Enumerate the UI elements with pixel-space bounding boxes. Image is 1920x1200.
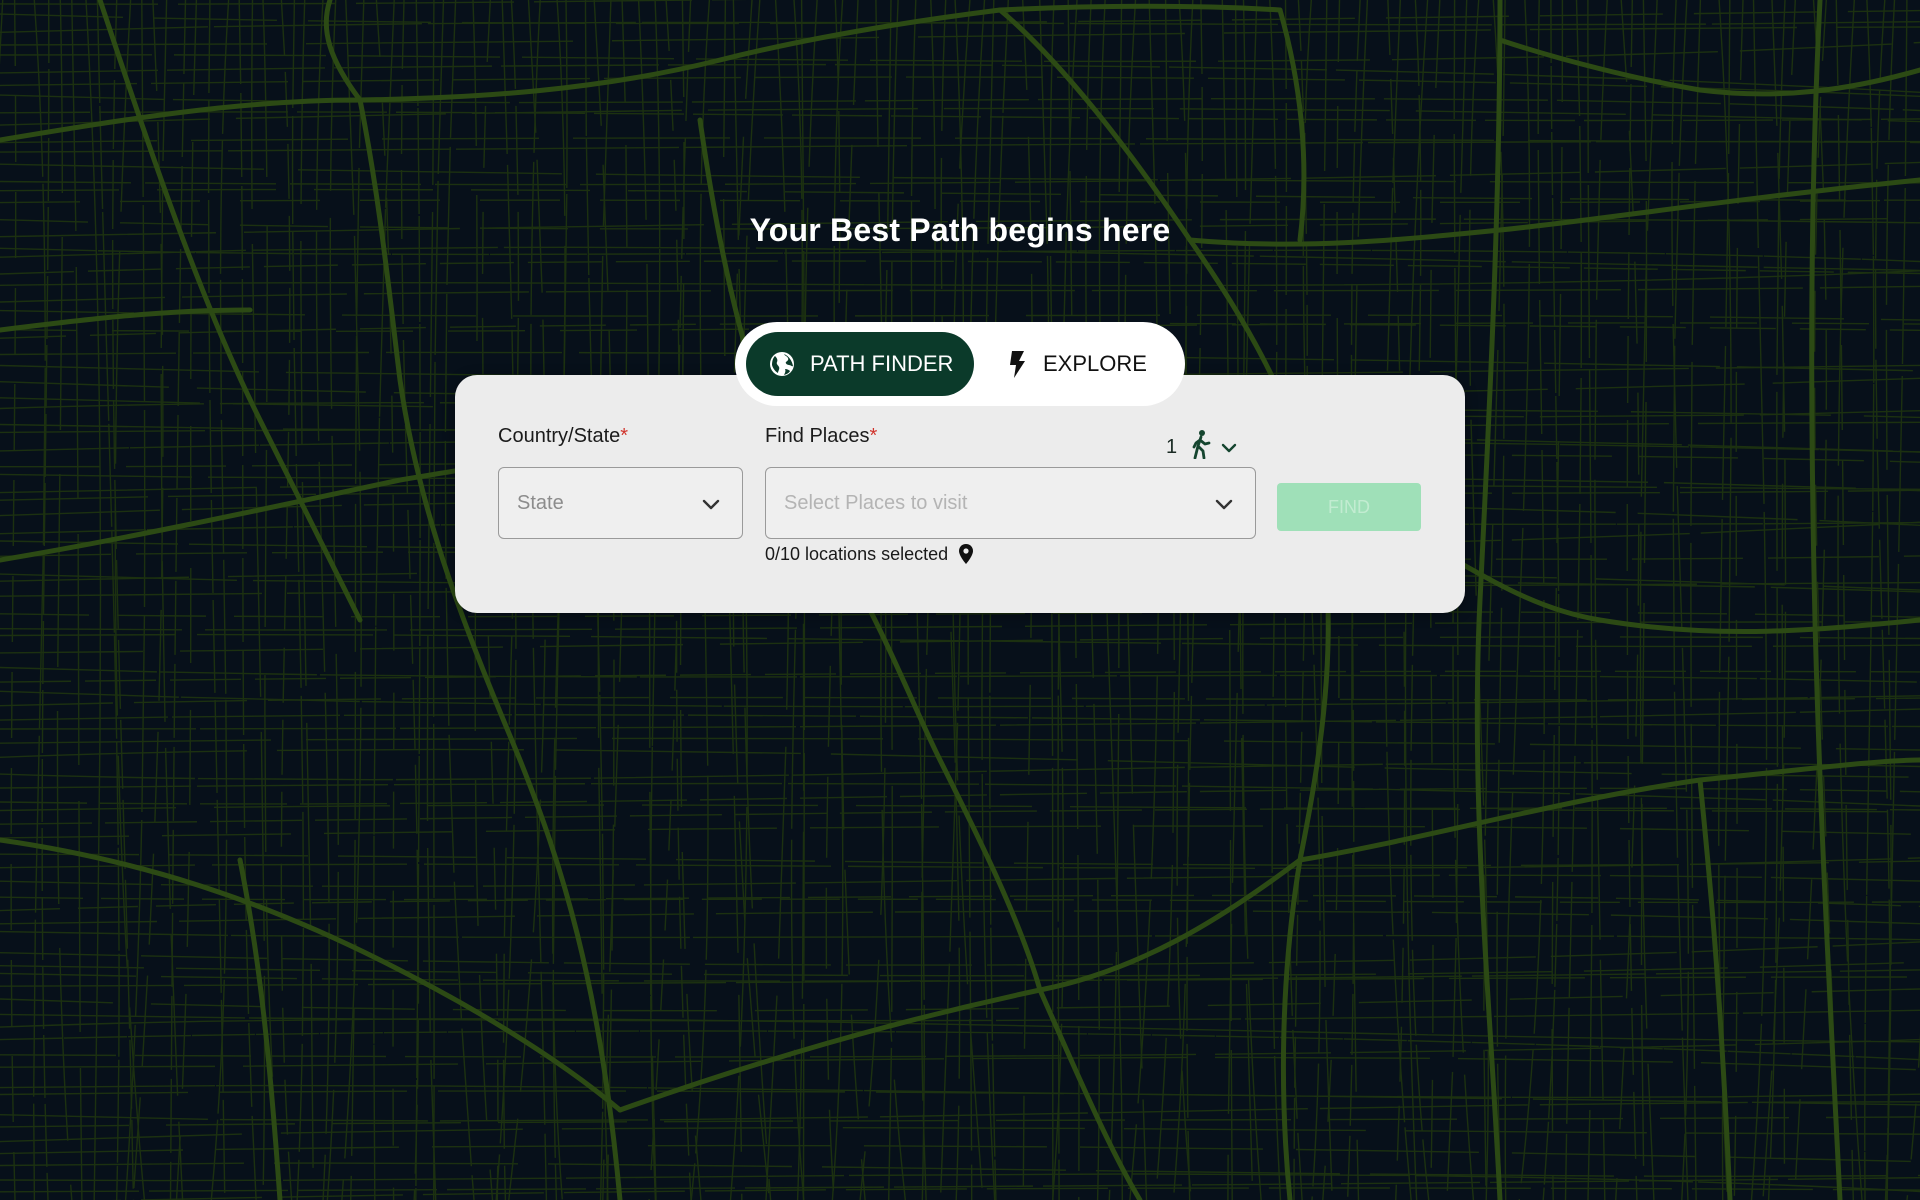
tab-explore[interactable]: EXPLORE — [995, 332, 1175, 396]
globe-icon — [768, 350, 796, 378]
traveler-count-dropdown[interactable]: 1 — [1166, 429, 1237, 465]
required-asterisk: * — [869, 425, 878, 447]
path-finder-form-card: Country/State* State Find Places* Select… — [455, 375, 1465, 613]
chevron-down-icon — [1215, 494, 1233, 517]
chevron-down-icon — [1221, 436, 1237, 459]
tab-explore-label: EXPLORE — [1043, 351, 1147, 376]
state-select-placeholder: State — [517, 491, 564, 514]
places-select[interactable]: Select Places to visit — [765, 467, 1256, 539]
locations-selected-text: 0/10 locations selected — [765, 543, 949, 564]
traveler-count: 1 — [1166, 435, 1178, 458]
places-select-placeholder: Select Places to visit — [784, 491, 968, 514]
state-select[interactable]: State — [498, 467, 743, 539]
lightning-bolt-icon — [1005, 349, 1029, 379]
map-pin-icon — [958, 543, 974, 565]
find-button[interactable]: FIND — [1277, 483, 1421, 531]
required-asterisk: * — [620, 425, 629, 447]
country-state-label: Country/State* — [498, 425, 629, 447]
page-title: Your Best Path begins here — [749, 212, 1171, 248]
tab-path-finder-label: PATH FINDER — [810, 351, 954, 376]
walking-person-icon — [1191, 429, 1211, 465]
find-places-label: Find Places* — [765, 425, 878, 447]
mode-switch: PATH FINDER EXPLORE — [735, 322, 1185, 406]
chevron-down-icon — [702, 494, 720, 517]
tab-path-finder[interactable]: PATH FINDER — [746, 332, 974, 396]
locations-selected-status: 0/10 locations selected — [765, 543, 974, 565]
